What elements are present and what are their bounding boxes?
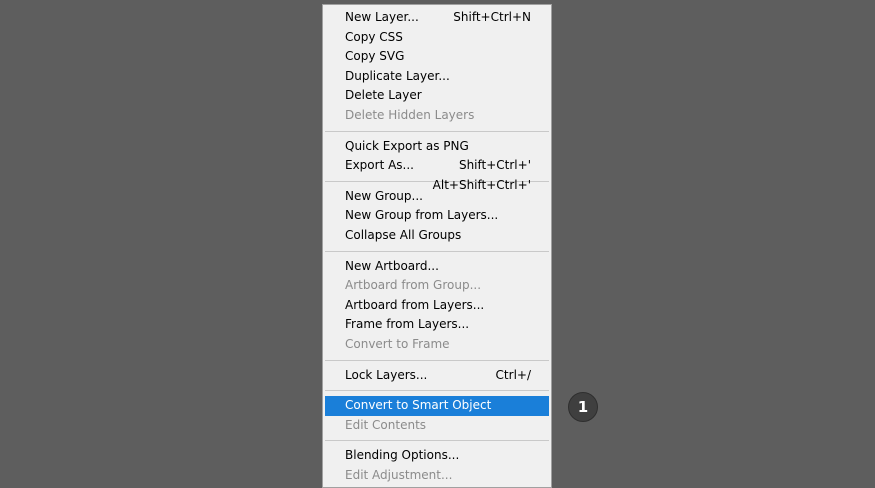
menu-item-quick-export-as-png[interactable]: Quick Export as PNG Shift+Ctrl+' (325, 137, 549, 173)
menu-item-shortcut: Shift+Ctrl+N (453, 10, 531, 24)
menu-item-label: Duplicate Layer... (345, 68, 450, 83)
menu-item-label: Copy SVG (345, 49, 405, 64)
menu-item-label: Frame from Layers... (345, 317, 470, 332)
menu-item-label: Artboard from Group... (345, 278, 482, 293)
menu-item-label: Artboard from Layers... (345, 297, 485, 312)
menu-item-export-as[interactable]: Export As... Alt+Shift+Ctrl+' (325, 156, 549, 192)
menu-item-duplicate-layer[interactable]: Duplicate Layer... (325, 67, 549, 87)
menu-item-label: New Layer... (345, 10, 419, 24)
step-callout-badge: 1 (568, 392, 598, 422)
menu-item-convert-to-frame: Convert to Frame (325, 335, 549, 355)
menu-item-label: New Group... (345, 188, 423, 203)
menu-item-label: New Group from Layers... (345, 208, 499, 223)
menu-item-label: Lock Layers... (345, 367, 428, 382)
menu-item-label: Quick Export as PNG (345, 138, 469, 153)
menu-item-label: Collapse All Groups (345, 227, 462, 242)
menu-item-copy-svg[interactable]: Copy SVG (325, 47, 549, 67)
menu-item-copy-css[interactable]: Copy CSS (325, 28, 549, 48)
menu-item-label: Edit Adjustment... (345, 467, 453, 482)
menu-item-collapse-all-groups[interactable]: Collapse All Groups (325, 226, 549, 246)
menu-item-artboard-from-group: Artboard from Group... (325, 276, 549, 296)
menu-item-label: New Artboard... (345, 258, 439, 273)
menu-item-frame-from-layers[interactable]: Frame from Layers... (325, 315, 549, 335)
menu-item-label: Blending Options... (345, 448, 460, 463)
menu-item-new-group-from-layers[interactable]: New Group from Layers... (325, 206, 549, 226)
menu-item-label: Delete Hidden Layers (345, 107, 475, 122)
menu-item-label: Edit Contents (345, 417, 427, 432)
menu-item-new-artboard[interactable]: New Artboard... (325, 257, 549, 277)
menu-item-artboard-from-layers[interactable]: Artboard from Layers... (325, 296, 549, 316)
menu-separator (325, 130, 549, 132)
layer-context-menu: New Layer... Shift+Ctrl+N Copy CSS Copy SVG… (322, 4, 552, 488)
menu-item-delete-layer[interactable]: Delete Layer (325, 86, 549, 106)
menu-separator (325, 250, 549, 252)
menu-item-lock-layers[interactable]: Lock Layers... Ctrl+/ (325, 366, 549, 386)
menu-item-new-group[interactable]: New Group... (325, 187, 549, 207)
menu-item-shortcut: Ctrl+/ (495, 367, 531, 382)
menu-separator (325, 440, 549, 442)
menu-item-edit-contents: Edit Contents (325, 416, 549, 436)
menu-item-label: Convert to Frame (345, 336, 450, 351)
menu-item-label: Copy CSS (345, 29, 403, 44)
menu-item-label: Delete Layer (345, 88, 422, 103)
menu-item-convert-to-smart-object[interactable]: Convert to Smart Object (325, 396, 549, 416)
menu-item-label: Export As... (345, 158, 414, 173)
menu-item-new-layer[interactable]: New Layer... Shift+Ctrl+N (325, 8, 549, 28)
menu-separator (325, 390, 549, 392)
menu-item-delete-hidden-layers: Delete Hidden Layers (325, 106, 549, 126)
menu-item-blending-options[interactable]: Blending Options... (325, 446, 549, 466)
menu-separator (325, 359, 549, 361)
menu-item-label: Convert to Smart Object (345, 398, 492, 413)
menu-item-edit-adjustment: Edit Adjustment... (325, 466, 549, 486)
